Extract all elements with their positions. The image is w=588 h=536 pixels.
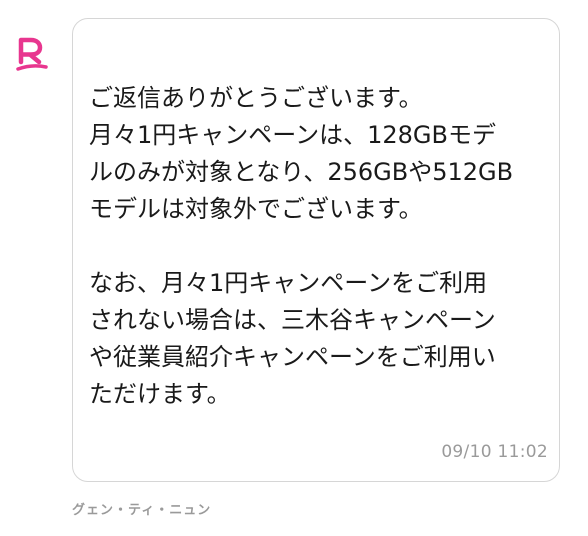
message-line: ただけます。 — [89, 380, 231, 408]
message-line: や従業員紹介キャンペーンをご利用い — [89, 343, 496, 371]
message-text: ご返信ありがとうございます。 月々1円キャンペーンは、128GBモデ ルのみが対… — [89, 80, 551, 413]
message-line: 月々1円キャンペーンは、128GBモデ — [89, 121, 496, 149]
message-line: されない場合は、三木谷キャンペーン — [89, 306, 496, 334]
avatar[interactable] — [15, 36, 49, 76]
message-timestamp: 09/10 11:02 — [441, 442, 548, 462]
rakuten-r-icon — [16, 37, 48, 71]
message-line: ルのみが対象となり、256GBや512GB — [89, 158, 514, 186]
message-line: なお、月々1円キャンペーンをご利用 — [89, 269, 488, 297]
sender-name: グェン・ティ・ニュン — [72, 503, 212, 518]
message-line: モデルは対象外でございます。 — [89, 195, 423, 223]
message-line: ご返信ありがとうございます。 — [89, 84, 423, 112]
